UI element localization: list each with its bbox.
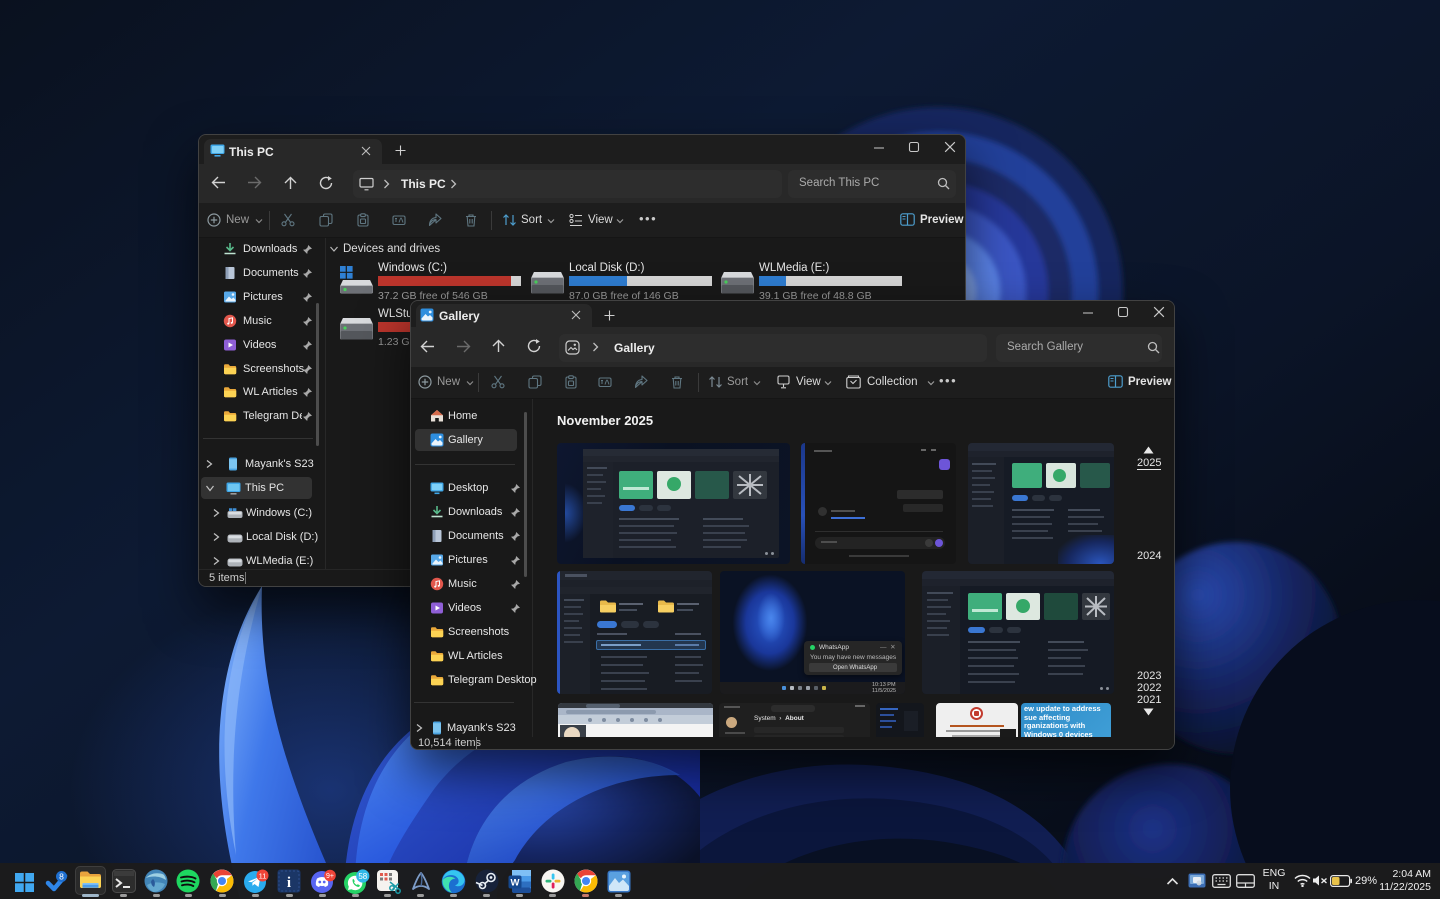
svg-text:11: 11 — [259, 871, 267, 880]
svg-text:58: 58 — [358, 872, 367, 881]
svg-text:i: i — [287, 875, 291, 891]
svg-text:W: W — [511, 878, 520, 889]
svg-text:8: 8 — [59, 871, 64, 881]
svg-text:9+: 9+ — [326, 873, 334, 880]
